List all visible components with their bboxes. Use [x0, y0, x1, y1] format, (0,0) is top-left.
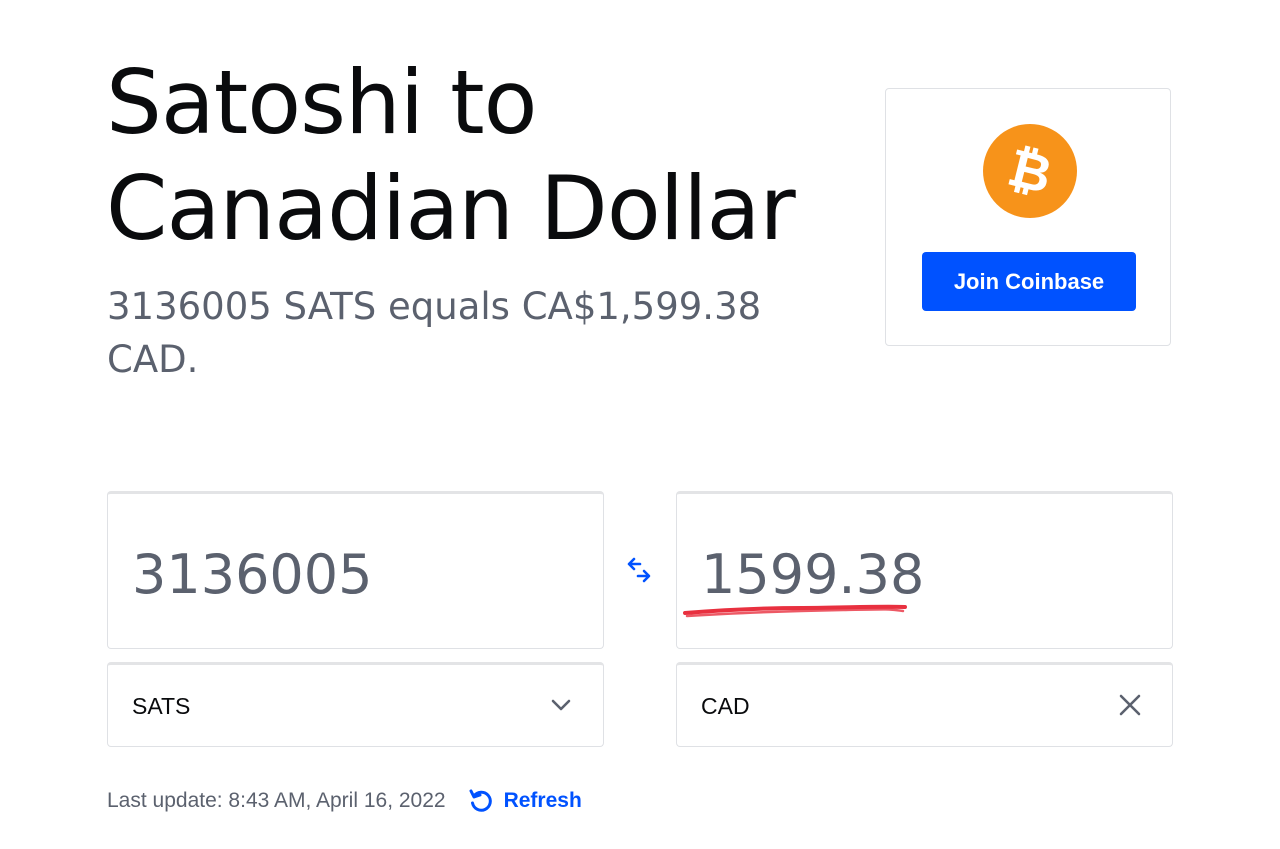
to-amount-box: [676, 491, 1173, 649]
chevron-down-icon[interactable]: [547, 691, 575, 719]
conversion-summary: 3136005 SATS equals CA$1,599.38 CAD.: [107, 285, 762, 381]
red-underline-mark: [683, 604, 907, 618]
from-amount-box: [107, 491, 604, 649]
from-currency-select[interactable]: SATS: [107, 662, 604, 747]
bitcoin-icon: ₿: [983, 124, 1077, 218]
converter-page: Satoshi to Canadian Dollar 3136005 SATS …: [0, 0, 1280, 849]
to-currency-label: CAD: [701, 693, 750, 719]
from-amount-input[interactable]: [132, 534, 572, 614]
to-currency-select[interactable]: CAD: [676, 662, 1173, 747]
refresh-icon: [469, 789, 492, 812]
close-icon[interactable]: [1116, 691, 1144, 719]
promo-card: ₿ Join Coinbase: [885, 88, 1171, 346]
swap-arrows-icon[interactable]: [624, 555, 654, 585]
join-coinbase-button[interactable]: Join Coinbase: [922, 252, 1136, 311]
refresh-label: Refresh: [503, 789, 582, 812]
refresh-button[interactable]: Refresh: [468, 788, 582, 814]
from-currency-label: SATS: [132, 693, 191, 719]
last-update-text: Last update: 8:43 AM, April 16, 2022: [107, 789, 446, 812]
footer-bar: Last update: 8:43 AM, April 16, 2022 Ref…: [107, 786, 582, 816]
page-title: Satoshi to Canadian Dollar: [106, 51, 796, 260]
